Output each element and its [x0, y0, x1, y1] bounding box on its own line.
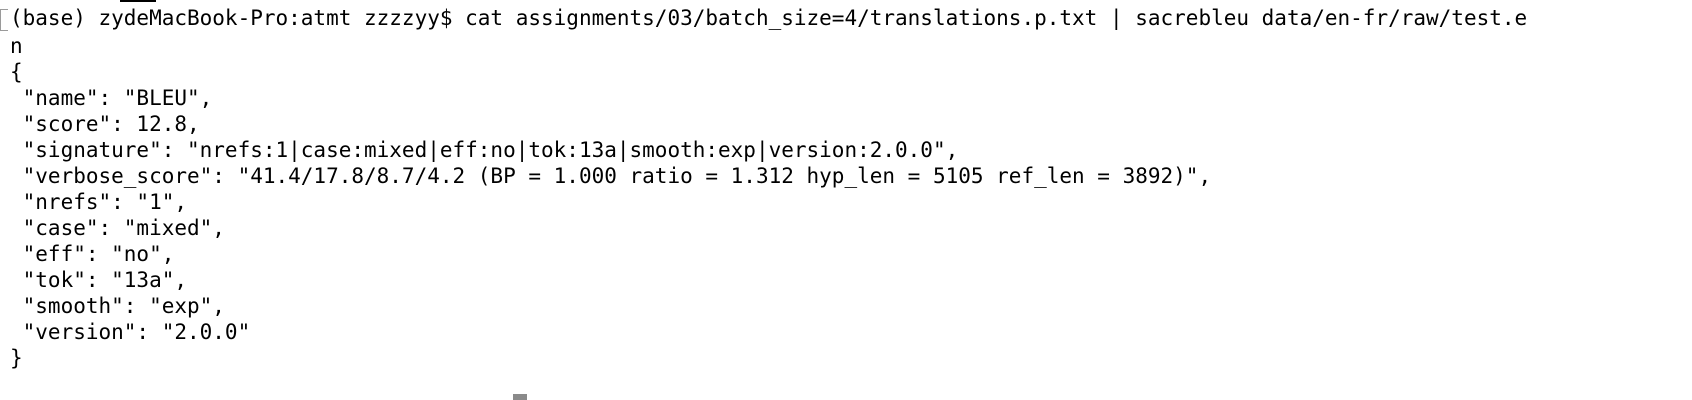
- json-open-brace: {: [10, 60, 23, 84]
- json-line-tok: "tok": "13a",: [10, 268, 188, 292]
- json-line-nrefs: "nrefs": "1",: [10, 190, 188, 214]
- text-cursor: [513, 394, 527, 400]
- terminal-window[interactable]: (base) zydeMacBook-Pro:atmt zzzzyy$ cat …: [0, 0, 1692, 400]
- command-line: (base) zydeMacBook-Pro:atmt zzzzyy$ cat …: [10, 6, 1528, 30]
- command-mark-bracket: [0, 9, 8, 31]
- wrapped-command-continuation: n: [10, 34, 23, 58]
- json-line-verbose-score: "verbose_score": "41.4/17.8/8.7/4.2 (BP …: [10, 164, 1212, 188]
- json-line-score: "score": 12.8,: [10, 112, 200, 136]
- previous-output-fragment: [120, 0, 156, 2]
- json-line-signature: "signature": "nrefs:1|case:mixed|eff:no|…: [10, 138, 959, 162]
- json-close-brace: }: [10, 346, 23, 370]
- json-line-name: "name": "BLEU",: [10, 86, 213, 110]
- json-line-eff: "eff": "no",: [10, 242, 175, 266]
- json-line-smooth: "smooth": "exp",: [10, 294, 225, 318]
- json-line-case: "case": "mixed",: [10, 216, 225, 240]
- json-line-version: "version": "2.0.0": [10, 320, 251, 344]
